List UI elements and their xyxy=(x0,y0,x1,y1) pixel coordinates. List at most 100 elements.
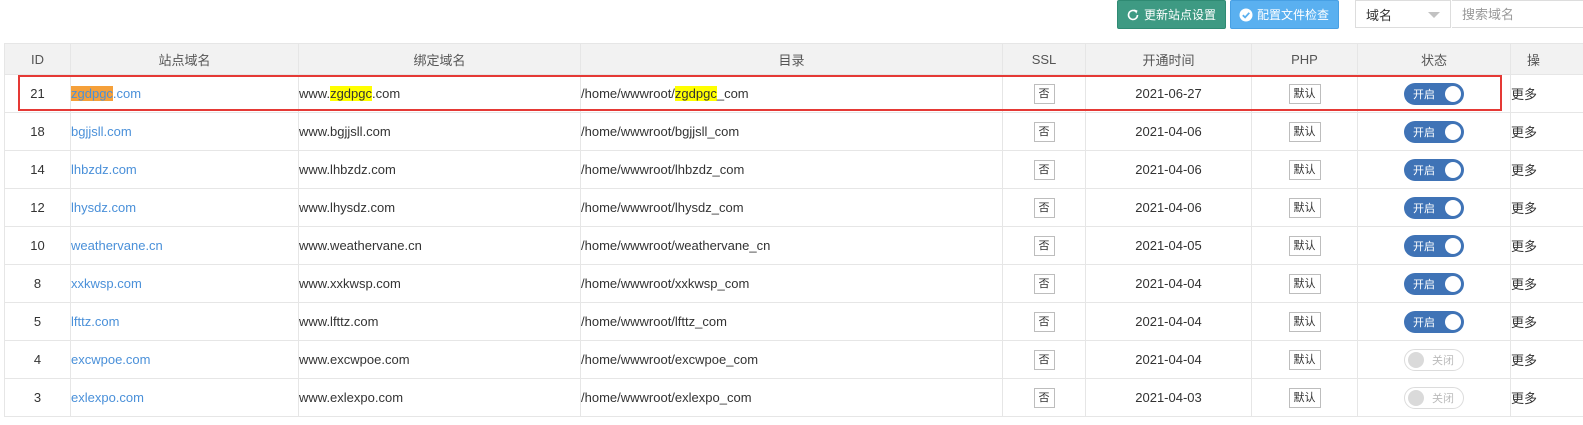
directory-link[interactable]: /home/wwwroot/exlexpo_com xyxy=(582,390,752,405)
php-version-button[interactable]: 默认 xyxy=(1288,235,1321,256)
open-date: 2021-04-05 xyxy=(1085,226,1252,265)
directory-link[interactable]: /home/wwwroot/lhysdz_com xyxy=(582,200,744,215)
ssl-button[interactable]: 否 xyxy=(1033,121,1055,142)
site-domain-link[interactable]: zgdpgc.com xyxy=(71,86,141,101)
status-toggle-label: 开启 xyxy=(1413,316,1435,329)
status-toggle-label: 开启 xyxy=(1413,164,1435,177)
config-check-button-label: 配置文件检查 xyxy=(1257,8,1330,22)
header-site-domain[interactable]: 站点域名 xyxy=(70,43,299,75)
open-date: 2021-04-06 xyxy=(1085,188,1252,227)
directory-link[interactable]: /home/wwwroot/bgjjsll_com xyxy=(582,124,740,139)
table-row: 10 weathervane.cn www.weathervane.cn/home/… xyxy=(4,226,1583,265)
directory-link[interactable]: /home/wwwroot/zgdpgc_com xyxy=(582,86,749,101)
open-date: 2021-04-06 xyxy=(1085,112,1252,151)
refresh-button-label: 更新站点设置 xyxy=(1144,8,1217,22)
chevron-down-icon xyxy=(1428,12,1440,18)
ssl-button[interactable]: 否 xyxy=(1033,83,1055,104)
status-toggle[interactable]: 开启 xyxy=(1404,196,1464,219)
more-actions-link[interactable]: 更多 xyxy=(1510,378,1583,417)
header-directory: 目录 xyxy=(580,43,1003,75)
status-toggle[interactable]: 开启 xyxy=(1404,272,1464,295)
open-date: 2021-04-03 xyxy=(1085,378,1252,417)
row-id: 14 xyxy=(4,150,71,189)
status-toggle[interactable]: 关闭 xyxy=(1404,386,1464,409)
search-match-highlight: zgdpgc xyxy=(71,86,113,101)
header-id[interactable]: ID xyxy=(4,43,71,75)
directory-link[interactable]: /home/wwwroot/excwpoe_com xyxy=(582,352,759,367)
check-circle-icon xyxy=(1239,8,1253,21)
status-toggle[interactable]: 开启 xyxy=(1404,310,1464,333)
directory-link[interactable]: /home/wwwroot/lhbzdz_com xyxy=(582,162,745,177)
bound-domain-text: www.lfttz.com xyxy=(299,314,379,329)
toggle-knob xyxy=(1445,199,1461,216)
ssl-button[interactable]: 否 xyxy=(1033,159,1055,180)
table-row: 18 bgjjsll.com www.bgjjsll.com/home/wwwroo… xyxy=(4,112,1583,151)
search-input[interactable] xyxy=(1452,0,1583,28)
directory-link[interactable]: /home/wwwroot/lfttz_com xyxy=(582,314,727,329)
php-version-button[interactable]: 默认 xyxy=(1288,83,1321,104)
more-actions-link[interactable]: 更多 xyxy=(1510,188,1583,227)
bound-domain-text: www.excwpoe.com xyxy=(299,352,410,367)
php-version-button[interactable]: 默认 xyxy=(1288,387,1321,408)
directory-link[interactable]: /home/wwwroot/weathervane_cn xyxy=(582,238,771,253)
more-actions-link[interactable]: 更多 xyxy=(1510,264,1583,303)
ssl-button[interactable]: 否 xyxy=(1033,235,1055,256)
ssl-button[interactable]: 否 xyxy=(1033,197,1055,218)
more-actions-link[interactable]: 更多 xyxy=(1510,112,1583,151)
site-domain-link[interactable]: excwpoe.com xyxy=(72,352,151,367)
status-toggle-label: 关闭 xyxy=(1432,392,1454,405)
bound-domain-text: www.zgdpgc.com xyxy=(299,86,401,101)
more-actions-link[interactable]: 更多 xyxy=(1510,150,1583,189)
table-row: 14 lhbzdz.com www.lhbzdz.com/home/wwwroot/… xyxy=(4,150,1583,189)
header-action: 操 xyxy=(1510,43,1583,75)
site-domain-link[interactable]: xxkwsp.com xyxy=(72,276,142,291)
table-body: 21 zgdpgc.com www.zgdpgc.com/home/wwwroot/… xyxy=(4,74,1583,417)
more-actions-link[interactable]: 更多 xyxy=(1510,74,1583,113)
toggle-knob xyxy=(1445,237,1461,254)
toggle-knob xyxy=(1445,275,1461,292)
toggle-knob xyxy=(1445,313,1461,330)
site-domain-link[interactable]: lhbzdz.com xyxy=(72,162,137,177)
more-actions-link[interactable]: 更多 xyxy=(1510,226,1583,265)
site-domain-link[interactable]: lfttz.com xyxy=(72,314,120,329)
status-toggle[interactable]: 开启 xyxy=(1404,120,1464,143)
ssl-button[interactable]: 否 xyxy=(1033,273,1055,294)
table-header-row: ID 站点域名 绑定域名 目录 SSL 开通时间 PHP 状态 操 xyxy=(4,43,1583,75)
status-toggle-label: 开启 xyxy=(1413,240,1435,253)
php-version-button[interactable]: 默认 xyxy=(1288,273,1321,294)
status-toggle[interactable]: 开启 xyxy=(1404,82,1464,105)
directory-link[interactable]: /home/wwwroot/xxkwsp_com xyxy=(582,276,750,291)
status-toggle[interactable]: 开启 xyxy=(1404,158,1464,181)
config-check-button[interactable]: 配置文件检查 xyxy=(1230,0,1339,29)
row-id: 5 xyxy=(4,302,71,341)
search-match-highlight: zgdpgc xyxy=(330,86,372,101)
site-domain-link[interactable]: lhysdz.com xyxy=(72,200,137,215)
refresh-site-settings-button[interactable]: 更新站点设置 xyxy=(1117,0,1226,29)
php-version-button[interactable]: 默认 xyxy=(1288,159,1321,180)
search-field-select[interactable]: 域名 xyxy=(1355,0,1451,28)
site-domain-link[interactable]: exlexpo.com xyxy=(72,390,144,405)
search-match-highlight: zgdpgc xyxy=(674,86,717,101)
bound-domain-text: www.lhbzdz.com xyxy=(299,162,396,177)
open-date: 2021-04-04 xyxy=(1085,340,1252,379)
header-open-date[interactable]: 开通时间 xyxy=(1085,43,1252,75)
ssl-button[interactable]: 否 xyxy=(1033,349,1055,370)
table-row: 3 exlexpo.com www.exlexpo.com/home/wwwroot… xyxy=(4,378,1583,417)
php-version-button[interactable]: 默认 xyxy=(1288,121,1321,142)
status-toggle[interactable]: 开启 xyxy=(1404,234,1464,257)
ssl-button[interactable]: 否 xyxy=(1033,387,1055,408)
table-row: 12 lhysdz.com www.lhysdz.com/home/wwwroot/… xyxy=(4,188,1583,227)
site-domain-link[interactable]: bgjjsll.com xyxy=(72,124,132,139)
php-version-button[interactable]: 默认 xyxy=(1288,197,1321,218)
more-actions-link[interactable]: 更多 xyxy=(1510,340,1583,379)
php-version-button[interactable]: 默认 xyxy=(1288,311,1321,332)
open-date: 2021-04-06 xyxy=(1085,150,1252,189)
site-domain-link[interactable]: weathervane.cn xyxy=(72,238,163,253)
open-date: 2021-04-04 xyxy=(1085,302,1252,341)
php-version-button[interactable]: 默认 xyxy=(1288,349,1321,370)
status-toggle[interactable]: 关闭 xyxy=(1404,348,1464,371)
table-row: 8 xxkwsp.com www.xxkwsp.com/home/wwwroot/x… xyxy=(4,264,1583,303)
ssl-button[interactable]: 否 xyxy=(1033,311,1055,332)
status-toggle-label: 开启 xyxy=(1413,88,1435,101)
more-actions-link[interactable]: 更多 xyxy=(1510,302,1583,341)
